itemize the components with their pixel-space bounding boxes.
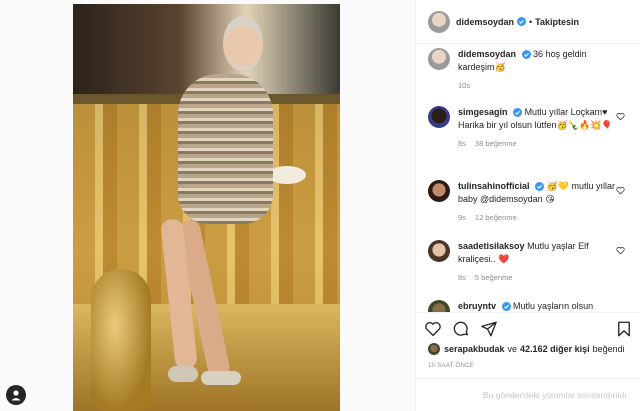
comments-limited-notice: Bu gönderideki yorumlar sınırlandırıldı. [416,378,640,411]
post-photo[interactable] [73,4,340,411]
like-comment-heart-icon[interactable] [616,112,625,121]
list-item: tulinsahinofficial 🥳💛 mutlu yıllar baby … [428,180,633,224]
comment-text: Mutlu yaşların olsun [513,301,594,311]
post-timestamp[interactable]: 10 SAAT ÖNCE [428,363,474,369]
comment-username[interactable]: simgesagin [458,107,508,117]
comment-username[interactable]: ebruyntv [458,301,496,311]
like-comment-heart-icon[interactable] [616,246,625,255]
verified-icon [535,182,545,192]
comment-time[interactable]: 8s [458,139,466,148]
like-comment-heart-icon[interactable] [616,186,625,195]
comment-likes[interactable]: 5 beğenme [475,273,513,282]
separator: • [529,16,533,27]
verified-icon [513,108,523,118]
avatar[interactable] [428,48,450,70]
likes-count[interactable]: 42.162 diğer kişi [520,344,590,354]
comment-time[interactable]: 8s [458,273,466,282]
comment-time[interactable]: 10s [458,81,470,90]
avatar[interactable] [428,343,440,355]
verified-icon [501,302,511,312]
post-header: didemsoydan • Takiptesin [416,0,640,44]
share-icon[interactable] [480,320,498,338]
liker-username[interactable]: serapakbudak [444,344,505,354]
verified-icon [517,17,527,26]
follow-button[interactable]: Takiptesin [535,17,579,27]
comment-time[interactable]: 9s [458,213,466,222]
caption: didemsoydan 36 hoş geldin kardeşim🥳 10s [428,48,633,92]
likes-connector: ve [507,344,518,354]
comment-likes[interactable]: 12 beğenme [475,213,517,222]
comment-username[interactable]: didemsoydan [458,49,516,59]
comment-likes[interactable]: 38 beğenme [475,139,517,148]
avatar[interactable] [428,180,450,202]
heart-icon[interactable] [424,320,442,338]
comment-username[interactable]: tulinsahinofficial [458,181,530,191]
comment-icon[interactable] [452,320,470,338]
author-avatar[interactable] [428,10,450,33]
list-item: simgesagin Mutlu yıllar Loçkam♥ Harika b… [428,106,633,150]
author-username[interactable]: didemsoydan [456,17,514,27]
person-head [223,16,263,71]
likes-suffix: beğendi [592,344,625,354]
action-bar [416,312,640,344]
avatar[interactable] [428,106,450,128]
list-item: ebruyntv Mutlu yaşların olsun [428,300,633,312]
list-item: saadetisilaksoy Mutlu yaşlar Elf kraliçe… [428,240,633,284]
avatar[interactable] [428,240,450,262]
instagram-post-view: didemsoydan • Takiptesin didemsoydan 36 … [0,0,640,411]
bookmark-icon[interactable] [615,320,633,338]
verified-icon [521,50,531,60]
avatar[interactable] [428,300,450,312]
person-dress [178,74,273,224]
gold-vase [91,269,151,411]
comment-username[interactable]: saadetisilaksoy [458,241,525,251]
comments-list[interactable]: didemsoydan 36 hoş geldin kardeşim🥳 10s … [416,44,640,312]
profile-icon[interactable] [6,385,26,405]
likes-summary: serapakbudak ve 42.162 diğer kişi beğend… [428,343,625,355]
post-side-panel: didemsoydan • Takiptesin didemsoydan 36 … [415,0,640,411]
